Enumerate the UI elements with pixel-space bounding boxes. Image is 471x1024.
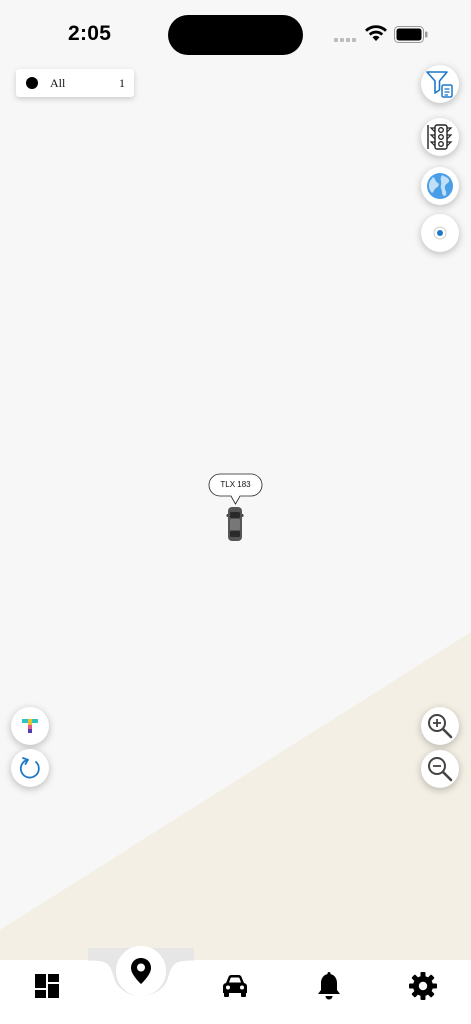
map-type-button[interactable]	[421, 167, 459, 205]
locate-me-icon	[433, 226, 447, 240]
nav-vehicles[interactable]	[215, 966, 255, 1006]
wifi-icon	[365, 25, 387, 41]
t-logo-icon	[22, 719, 38, 733]
status-time: 2:05	[68, 22, 112, 45]
nav-alerts[interactable]	[309, 966, 349, 1006]
cellular-signal-icon	[334, 38, 358, 44]
app-brand-button[interactable]	[11, 707, 49, 745]
traffic-layer-button[interactable]	[421, 118, 459, 156]
zoom-out-button[interactable]	[421, 750, 459, 788]
nav-dashboard[interactable]	[27, 966, 67, 1006]
car-icon	[223, 975, 247, 997]
filter-button[interactable]	[421, 65, 459, 103]
zoom-in-icon	[428, 714, 453, 739]
dynamic-island	[168, 15, 303, 55]
traffic-light-icon	[427, 124, 453, 150]
zoom-out-icon	[428, 757, 453, 782]
battery-icon	[394, 26, 428, 43]
gear-icon	[409, 972, 437, 1000]
locate-me-button[interactable]	[421, 214, 459, 252]
vehicle-plate: TLX 183	[220, 480, 251, 489]
filter-list-icon	[426, 71, 453, 98]
vehicle-filter-chip[interactable]: All 1	[16, 69, 134, 97]
refresh-icon	[19, 757, 40, 779]
refresh-button[interactable]	[11, 749, 49, 787]
nav-map[interactable]	[116, 946, 166, 996]
filter-count: 1	[119, 76, 125, 90]
nav-settings[interactable]	[403, 966, 443, 1006]
filter-color-dot	[26, 77, 38, 89]
filter-label: All	[50, 76, 66, 90]
vehicle-label-callout[interactable]: TLX 183	[208, 473, 263, 505]
zoom-in-button[interactable]	[421, 707, 459, 745]
vehicle-marker[interactable]	[226, 506, 244, 542]
globe-icon	[427, 173, 453, 199]
status-bar: 2:05	[0, 0, 471, 70]
map-view[interactable]: TLX 183	[0, 0, 471, 960]
bell-icon	[318, 972, 340, 1000]
map-pin-icon	[131, 958, 151, 984]
dashboard-icon	[35, 974, 59, 998]
